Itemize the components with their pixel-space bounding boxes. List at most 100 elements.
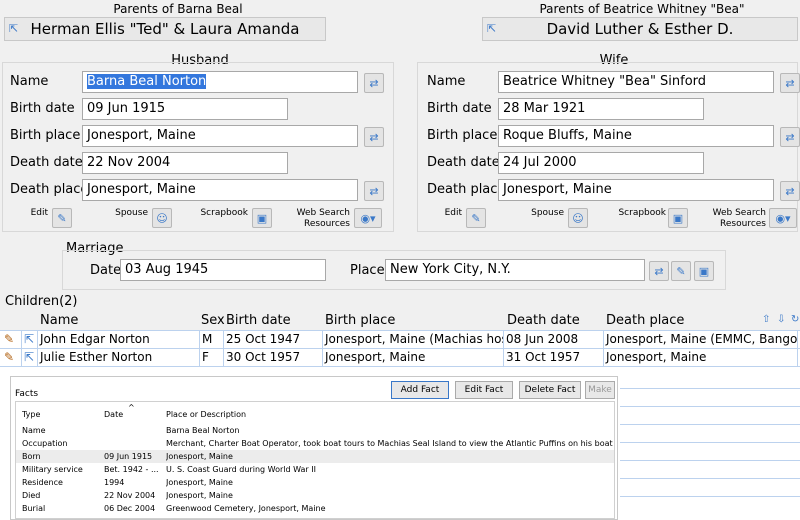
marriage-date-field[interactable]: 03 Aug 1945: [120, 259, 326, 281]
wife-birth-date-label: Birth date: [427, 101, 492, 116]
fact-date: 22 Nov 2004: [104, 491, 156, 500]
move-up-icon[interactable]: ⇧: [762, 314, 770, 325]
fact-type: Burial: [22, 504, 46, 513]
wife-birth-place-field[interactable]: Roque Bluffs, Maine: [498, 125, 774, 147]
column-header-date[interactable]: Date: [104, 408, 123, 421]
list-item[interactable]: Burial 06 Dec 2004 Greenwood Cemetery, J…: [16, 502, 614, 515]
add-fact-button[interactable]: Add Fact: [391, 381, 449, 399]
edit-child-pencil-icon[interactable]: ✎: [2, 331, 22, 349]
list-item[interactable]: Born 09 Jun 1915 Jonesport, Maine: [16, 450, 614, 463]
marriage-place-field[interactable]: New York City, N.Y.: [385, 259, 645, 281]
fact-place: Barna Beal Norton: [166, 426, 240, 435]
husband-spouse-person-icon[interactable]: ☺: [152, 208, 172, 228]
husband-name-field[interactable]: Barna Beal Norton: [82, 71, 358, 93]
wife-scrapbook-label: Scrapbook: [618, 208, 666, 218]
husband-death-place-lookup-icon[interactable]: ⇄: [364, 181, 384, 201]
facts-panel: Facts Add Fact Edit Fact Delete Fact Mak…: [10, 376, 618, 520]
edit-child-pencil-icon[interactable]: ✎: [2, 349, 22, 367]
wife-name-field[interactable]: Beatrice Whitney "Bea" Sinford: [498, 71, 774, 93]
facts-header-row: Type Date ^ Place or Description: [16, 403, 614, 421]
children-header-row: Name Sex Birth date Birth place Death da…: [0, 312, 800, 330]
husband-edit-pencil-icon[interactable]: ✎: [52, 208, 72, 228]
edit-fact-button[interactable]: Edit Fact: [455, 381, 513, 399]
husband-web-search-label-1: Web Search: [296, 208, 350, 218]
delete-fact-button[interactable]: Delete Fact: [519, 381, 581, 399]
marriage-date-label: Date: [90, 263, 122, 278]
wife-spouse-person-icon[interactable]: ☺: [568, 208, 588, 228]
wife-name-lookup-icon[interactable]: ⇄: [780, 73, 800, 93]
table-row[interactable]: ✎ ⇱ John Edgar Norton M 25 Oct 1947 Jone…: [0, 331, 800, 349]
column-header-death-place[interactable]: Death place: [606, 313, 684, 328]
wife-death-date-field[interactable]: 24 Jul 2000: [498, 152, 704, 174]
column-header-birth-place[interactable]: Birth place: [325, 313, 395, 328]
child-death-place: Jonesport, Maine: [604, 349, 798, 367]
husband-name-lookup-icon[interactable]: ⇄: [364, 73, 384, 93]
wife-birth-place-lookup-icon[interactable]: ⇄: [780, 127, 800, 147]
table-row[interactable]: ✎ ⇱ Julie Esther Norton F 30 Oct 1957 Jo…: [0, 349, 800, 367]
children-grid: ✎ ⇱ John Edgar Norton M 25 Oct 1947 Jone…: [0, 330, 800, 378]
marriage-scrapbook-picture-icon[interactable]: ▣: [694, 261, 714, 281]
husband-death-place-label: Death place: [10, 182, 89, 197]
husband-edit-label: Edit: [30, 208, 48, 218]
wife-edit-label: Edit: [444, 208, 462, 218]
child-name: Julie Esther Norton: [38, 349, 200, 367]
husband-web-search-label-2: Resources: [304, 219, 350, 229]
wife-edit-pencil-icon[interactable]: ✎: [466, 208, 486, 228]
go-to-child-icon[interactable]: ⇱: [22, 349, 38, 367]
marriage-place-lookup-icon[interactable]: ⇄: [649, 261, 669, 281]
husband-birth-place-label: Birth place: [10, 128, 81, 143]
husband-birth-place-field[interactable]: Jonesport, Maine: [82, 125, 358, 147]
wife-death-place-lookup-icon[interactable]: ⇄: [780, 181, 800, 201]
column-header-name[interactable]: Name: [40, 313, 78, 328]
facts-title: Facts: [15, 389, 39, 399]
column-header-birth-date[interactable]: Birth date: [226, 313, 291, 328]
husband-web-search-dropdown-icon[interactable]: ◉▾: [354, 208, 382, 228]
husband-birth-place-lookup-icon[interactable]: ⇄: [364, 127, 384, 147]
husband-birth-date-field[interactable]: 09 Jun 1915: [82, 98, 288, 120]
fact-place: Jonesport, Maine: [166, 491, 233, 500]
child-death-date: 31 Oct 1957: [504, 349, 604, 367]
list-item[interactable]: Military service Bet. 1942 - ... U. S. C…: [16, 463, 614, 476]
column-header-type[interactable]: Type: [22, 408, 40, 421]
make-fact-button[interactable]: Make: [585, 381, 615, 399]
move-down-icon[interactable]: ⇩: [777, 314, 785, 325]
child-sex: M: [200, 331, 224, 349]
child-death-date: 08 Jun 2008: [504, 331, 604, 349]
husband-scrapbook-picture-icon[interactable]: ▣: [252, 208, 272, 228]
fact-type: Military service: [22, 465, 83, 474]
child-death-place: Jonesport, Maine (EMMC, Bangor): [604, 331, 798, 349]
child-birth-date: 30 Oct 1957: [224, 349, 323, 367]
list-item[interactable]: Name Barna Beal Norton: [16, 424, 614, 437]
wife-spouse-label: Spouse: [531, 208, 564, 218]
column-header-sex[interactable]: Sex: [201, 313, 225, 328]
fact-type: Name: [22, 426, 46, 435]
column-header-death-date[interactable]: Death date: [507, 313, 580, 328]
wife-parents-box[interactable]: ⇱ David Luther & Esther D.: [482, 17, 798, 41]
husband-parents-name: Herman Ellis "Ted" & Laura Amanda: [30, 20, 300, 38]
list-item[interactable]: Died 22 Nov 2004 Jonesport, Maine: [16, 489, 614, 502]
husband-parents-box[interactable]: ⇱ Herman Ellis "Ted" & Laura Amanda: [4, 17, 326, 41]
fact-place: U. S. Coast Guard during World War II: [166, 465, 316, 474]
wife-scrapbook-picture-icon[interactable]: ▣: [668, 208, 688, 228]
husband-death-date-field[interactable]: 22 Nov 2004: [82, 152, 288, 174]
marriage-edit-pencil-icon[interactable]: ✎: [671, 261, 691, 281]
wife-web-search-dropdown-icon[interactable]: ◉▾: [769, 208, 797, 228]
fact-date: Bet. 1942 - ...: [104, 465, 159, 474]
wife-name-label: Name: [427, 74, 466, 89]
wife-birth-place-label: Birth place: [427, 128, 498, 143]
list-item[interactable]: Residence 1994 Jonesport, Maine: [16, 476, 614, 489]
husband-death-place-field[interactable]: Jonesport, Maine: [82, 179, 358, 201]
child-birth-place: Jonesport, Maine (Machias hospi: [323, 331, 504, 349]
fact-place: Merchant, Charter Boat Operator, took bo…: [166, 439, 614, 448]
child-name: John Edgar Norton: [38, 331, 200, 349]
wife-web-search-label-1: Web Search: [712, 208, 766, 218]
list-item[interactable]: Occupation Merchant, Charter Boat Operat…: [16, 437, 614, 450]
wife-birth-date-field[interactable]: 28 Mar 1921: [498, 98, 704, 120]
wife-death-place-field[interactable]: Jonesport, Maine: [498, 179, 774, 201]
sort-icon[interactable]: ↻: [791, 314, 799, 325]
go-to-child-icon[interactable]: ⇱: [22, 331, 38, 349]
wife-parents-name: David Luther & Esther D.: [546, 20, 734, 38]
husband-name-value: Barna Beal Norton: [87, 74, 207, 89]
column-header-place[interactable]: Place or Description: [166, 408, 246, 421]
fact-place: Greenwood Cemetery, Jonesport, Maine: [166, 504, 326, 513]
